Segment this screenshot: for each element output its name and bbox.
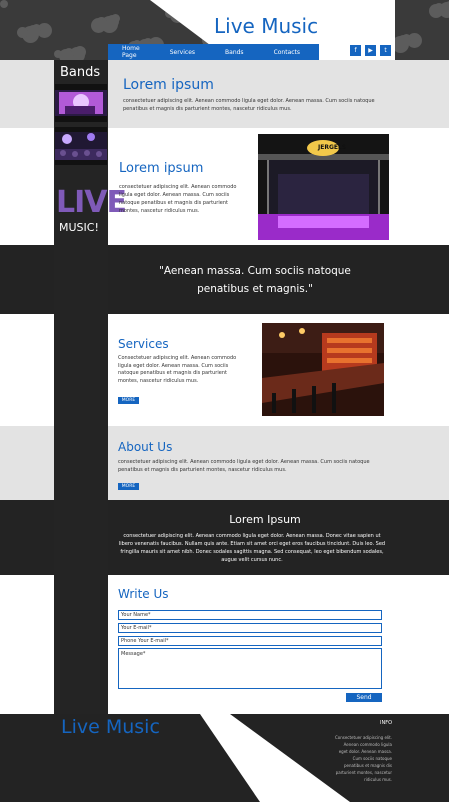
- nav-item-bands[interactable]: Bands: [225, 49, 244, 56]
- youtube-icon[interactable]: ▶: [365, 45, 376, 56]
- venue-sign: JERGELS: [318, 144, 347, 151]
- quote-text: "Aenean massa. Cum sociis natoque penati…: [159, 265, 351, 295]
- nav-item-services[interactable]: Services: [170, 49, 195, 56]
- phone-field[interactable]: Phone Your E-mail*: [118, 636, 382, 646]
- services-more-button[interactable]: MORE: [118, 397, 139, 404]
- crowd-silhouette: [91, 18, 106, 33]
- band-photo-2[interactable]: [55, 127, 107, 165]
- crowd-silhouette: [17, 27, 28, 38]
- intro-text: consectetuer adipiscing elit. Aenean com…: [123, 98, 375, 112]
- site-title[interactable]: Live Music: [214, 14, 318, 38]
- bands-label[interactable]: Bands: [60, 65, 100, 80]
- venue-text: consectetuer adipiscing elit. Aenean com…: [119, 184, 237, 214]
- crowd-silhouette: [0, 0, 8, 8]
- intro-title: Lorem ipsum: [123, 77, 214, 93]
- main-nav: Home Page Services Bands Contacts: [108, 44, 319, 60]
- message-field[interactable]: Message*: [118, 648, 382, 689]
- bar-photo: [262, 323, 384, 416]
- music-text: MUSIC!: [59, 221, 99, 234]
- crowd-silhouette: [429, 4, 443, 18]
- name-field[interactable]: Your Name*: [118, 610, 382, 620]
- contact-title: Write Us: [118, 587, 169, 601]
- live-text: LIVE: [56, 185, 127, 220]
- about-more-button[interactable]: MORE: [118, 483, 139, 490]
- services-title: Services: [118, 337, 169, 351]
- venue-title: Lorem ipsum: [119, 161, 204, 176]
- send-button[interactable]: Send: [346, 693, 382, 702]
- footer-info-text: Consectetuer adipiscing elit. Aenean com…: [334, 735, 392, 782]
- email-field[interactable]: Your E-mail*: [118, 623, 382, 633]
- services-text: Consectetuer adipiscing elit. Aenean com…: [118, 355, 237, 384]
- crowd-silhouette: [54, 50, 62, 58]
- nav-item-home[interactable]: Home Page: [122, 45, 140, 59]
- nav-item-contacts[interactable]: Contacts: [274, 49, 300, 56]
- lorem-band-title: Lorem Ipsum: [229, 513, 301, 526]
- about-title: About Us: [118, 440, 173, 454]
- about-text: consectetuer adipiscing elit. Aenean com…: [118, 459, 370, 473]
- facebook-icon[interactable]: f: [350, 45, 361, 56]
- lorem-band-text: consectetuer adipiscing elit. Aenean com…: [118, 533, 386, 563]
- band-photo-1[interactable]: [55, 84, 107, 122]
- footer-info-title: INFO: [380, 720, 393, 726]
- twitter-icon[interactable]: t: [380, 45, 391, 56]
- footer-title[interactable]: Live Music: [61, 716, 160, 738]
